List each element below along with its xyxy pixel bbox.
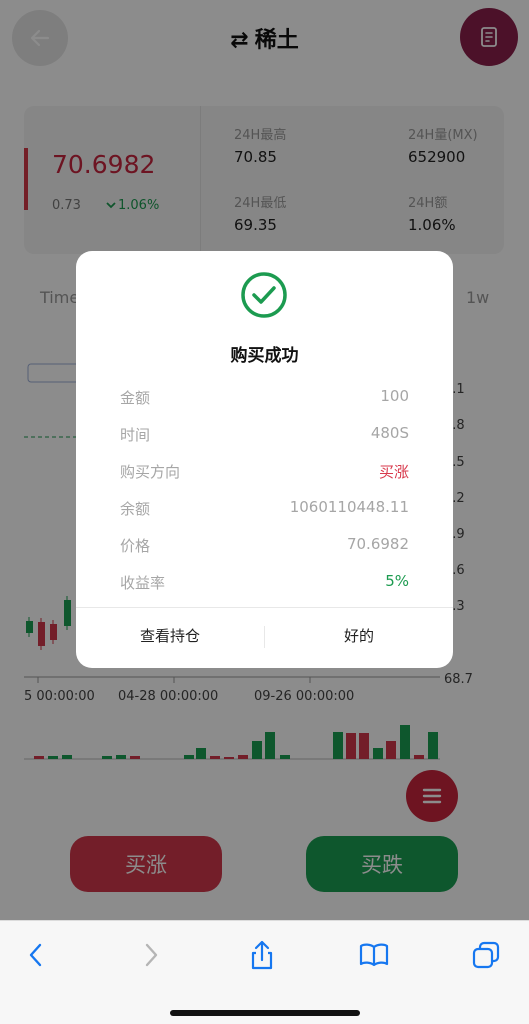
dialog-divider bbox=[76, 607, 453, 608]
row-label: 收益率 bbox=[120, 574, 166, 592]
chevron-left-icon bbox=[29, 943, 42, 967]
ok-button[interactable]: 好的 bbox=[265, 625, 453, 646]
share-button[interactable] bbox=[246, 939, 278, 971]
purchase-success-dialog: 购买成功 金额 100 时间 480S 购买方向 买涨 余额 106011044… bbox=[76, 251, 453, 668]
view-positions-button[interactable]: 查看持仓 bbox=[76, 625, 264, 646]
row-yield: 收益率 5% bbox=[120, 572, 409, 594]
tabs-button[interactable] bbox=[470, 939, 502, 971]
row-label: 金额 bbox=[120, 389, 151, 407]
row-value: 100 bbox=[380, 387, 409, 405]
browser-back-button[interactable] bbox=[20, 939, 52, 971]
share-icon bbox=[251, 940, 273, 970]
row-label: 价格 bbox=[120, 537, 151, 555]
browser-toolbar bbox=[0, 920, 529, 1024]
row-value: 70.6982 bbox=[346, 535, 409, 553]
row-value: 买涨 bbox=[378, 463, 409, 481]
bookmarks-button[interactable] bbox=[358, 939, 390, 971]
trading-screen: ⇄ 稀土 70.6982 0.73 1.06% 24H最高 70.85 24H量(… bbox=[0, 0, 529, 920]
row-label: 购买方向 bbox=[120, 463, 181, 481]
row-value: 1060110448.11 bbox=[289, 498, 409, 516]
check-circle-icon bbox=[241, 272, 287, 318]
row-balance: 余额 1060110448.11 bbox=[120, 498, 409, 520]
dialog-title: 购买成功 bbox=[230, 346, 299, 366]
home-indicator bbox=[170, 1010, 360, 1016]
chevron-right-icon bbox=[145, 943, 158, 967]
browser-forward-button[interactable] bbox=[135, 939, 167, 971]
row-value: 480S bbox=[370, 424, 409, 442]
row-direction: 购买方向 买涨 bbox=[120, 461, 409, 483]
tabs-icon bbox=[472, 941, 500, 969]
row-time: 时间 480S bbox=[120, 424, 409, 446]
row-price: 价格 70.6982 bbox=[120, 535, 409, 557]
book-icon bbox=[359, 943, 389, 967]
row-label: 余额 bbox=[120, 500, 151, 518]
row-amount: 金额 100 bbox=[120, 387, 409, 409]
row-label: 时间 bbox=[120, 426, 151, 444]
row-value: 5% bbox=[385, 572, 409, 590]
